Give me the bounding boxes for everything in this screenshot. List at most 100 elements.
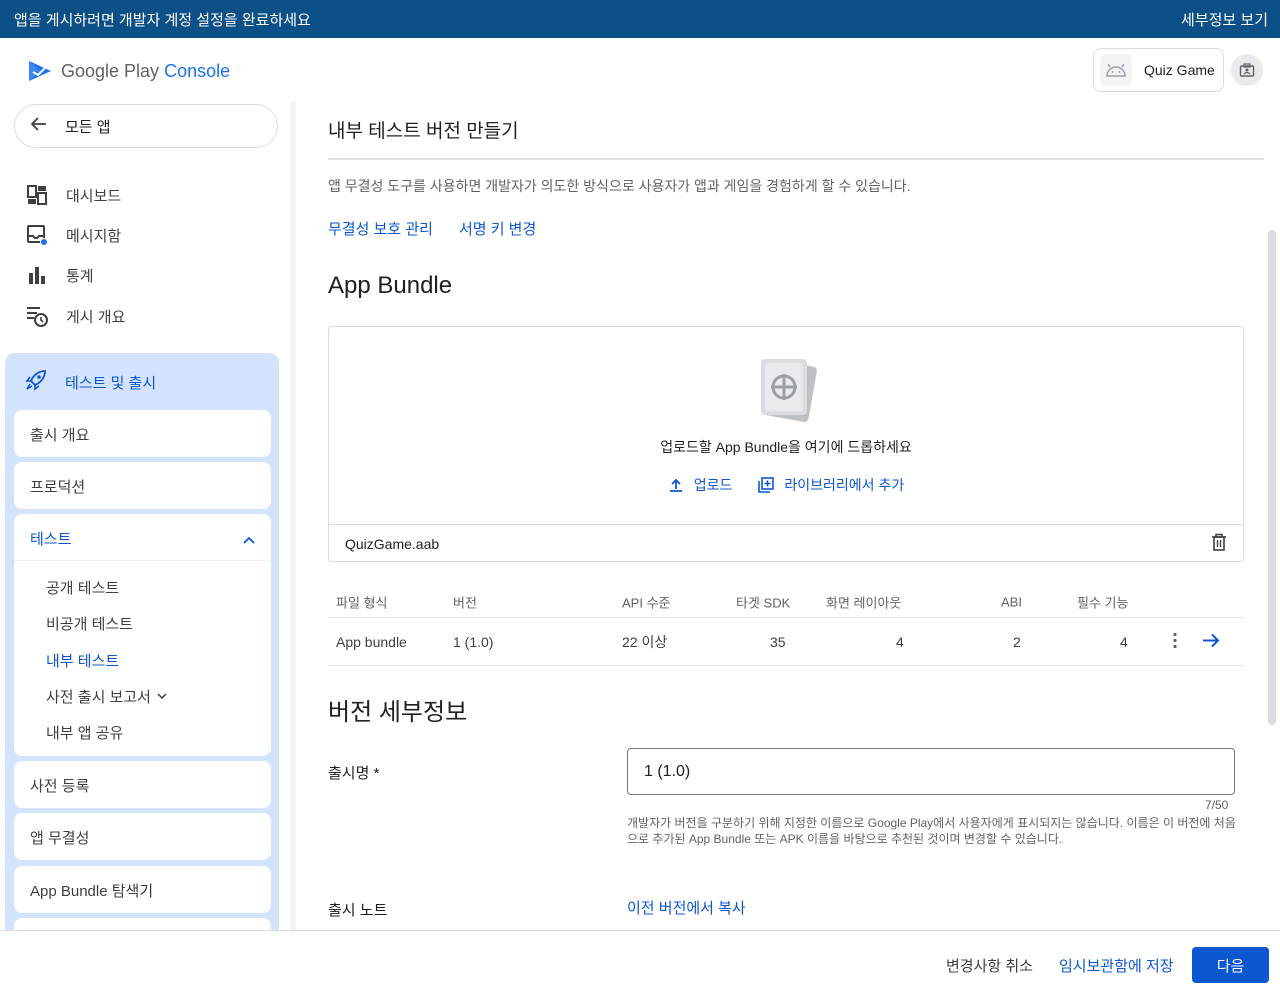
manage-integrity-link[interactable]: 무결성 보호 관리 [328,218,433,239]
card-label: 사전 등록 [30,778,90,795]
chevron-down-icon [157,693,167,700]
col-file-type: 파일 형식 [336,595,388,610]
version-details-heading: 버전 세부정보 [328,699,468,726]
arrow-back-icon [30,117,47,135]
inbox-icon [26,224,48,246]
release-name-value: 1 (1.0) [644,762,691,780]
publishing-overview-icon [26,305,48,327]
app-bundle-icon [761,359,817,422]
main-content: 내부 테스트 버전 만들기 앱 무결성 도구를 사용하면 개발자가 의도한 방식… [296,102,1280,930]
col-required-features: 필수 기능 [1077,595,1129,610]
table-row: App bundle 1 (1.0) 22 이상 35 4 2 4 [328,618,1244,666]
page-title: 내부 테스트 버전 만들기 [328,121,519,142]
release-name-label: 출시명 * [328,765,380,782]
copy-from-previous-link[interactable]: 이전 버전에서 복사 [627,897,746,918]
upload-label: 업로드 [693,477,733,493]
sidebar-item-app-integrity[interactable]: 앱 무결성 [14,813,271,860]
release-name-input[interactable]: 1 (1.0) [627,748,1235,795]
release-name-helper: 개발자가 버전을 구분하기 위해 지정한 이름으로 Google Play에서 … [627,816,1236,846]
card-label: App Bundle 탐색기 [30,883,154,900]
discard-changes-button[interactable]: 변경사항 취소 [946,947,1033,983]
play-console-logo[interactable]: Google Play Console [27,58,230,84]
sidebar-item-testing[interactable]: 테스트 [30,528,71,549]
cell-version: 1 (1.0) [453,633,494,650]
sidebar-item-partial[interactable] [14,918,271,930]
sidebar-item-label: 게시 개요 [66,308,126,326]
sidebar-item-dashboard[interactable]: 대시보드 [26,184,121,206]
sidebar-item-pre-launch-report[interactable]: 사전 출시 보고서 [46,686,167,707]
sidebar-item-open-testing[interactable]: 공개 테스트 [46,577,119,598]
testing-release-group: 테스트 및 출시 출시 개요 프로덕션 테스트 공개 테스트 비공개 테스트 내… [5,353,279,930]
upload-icon [669,478,682,492]
uploaded-file-row: QuizGame.aab [329,524,1243,562]
logo-brand: Google Play [61,60,160,81]
cell-file-type: App bundle [336,633,407,650]
arrow-forward-icon[interactable] [1202,632,1220,651]
main-scrollbar[interactable] [1268,230,1276,725]
logo-product: Console [164,60,231,81]
sidebar-item-internal-testing[interactable]: 내부 테스트 [46,650,119,671]
app-bundle-heading: App Bundle [328,272,453,299]
add-from-library-label: 라이브러리에서 추가 [784,477,905,493]
drop-hint: 업로드할 App Bundle을 여기에 드롭하세요 [660,439,912,455]
bar-chart-icon [26,264,48,286]
cell-target-sdk: 35 [770,633,786,650]
sidebar-item-pre-registration[interactable]: 사전 등록 [14,761,271,808]
col-version: 버전 [453,595,477,610]
sidebar-item-inbox[interactable]: 메시지함 [26,224,121,246]
card-label: 출시 개요 [30,427,90,444]
sidebar-item-test-and-release[interactable]: 테스트 및 출시 [25,369,156,395]
library-add-icon [758,477,775,493]
card-label: 앱 무결성 [30,830,90,847]
view-details-link[interactable]: 세부정보 보기 [1181,9,1268,30]
sidebar-item-production[interactable]: 프로덕션 [14,462,271,509]
sidebar-testing-section: 테스트 공개 테스트 비공개 테스트 내부 테스트 사전 출시 보고서 내부 앱… [14,514,271,756]
save-draft-button[interactable]: 임시보관함에 저장 [1059,947,1174,983]
bundle-details-table: 파일 형식 버전 API 수준 타겟 SDK 화면 레이아웃 ABI 필수 기능… [328,586,1244,666]
sidebar-item-label: 통계 [66,267,94,285]
col-abi: ABI [1001,594,1022,609]
sidebar-item-internal-app-sharing[interactable]: 내부 앱 공유 [46,722,123,743]
group-label: 테스트 및 출시 [65,374,157,392]
col-screen-layout: 화면 레이아웃 [826,595,902,610]
sidebar-item-release-overview[interactable]: 출시 개요 [14,410,271,457]
sidebar-item-bundle-explorer[interactable]: App Bundle 탐색기 [14,866,271,913]
play-console-logo-icon [29,61,51,81]
col-api-level: API 수준 [622,595,671,610]
card-label: 프로덕션 [30,479,86,496]
sidebar-item-closed-testing[interactable]: 비공개 테스트 [46,613,133,634]
release-notes-label: 출시 노트 [328,902,388,919]
android-icon [1100,54,1132,86]
sidebar-item-publishing-overview[interactable]: 게시 개요 [26,305,125,327]
sidebar-item-label: 메시지함 [66,227,122,245]
chevron-up-icon[interactable] [243,531,255,548]
rocket-icon [25,369,47,395]
more-vert-icon[interactable] [1173,632,1177,651]
developer-account-icon[interactable] [1231,54,1263,86]
integrity-description: 앱 무결성 도구를 사용하면 개발자가 의도한 방식으로 사용자가 앱과 게임을… [328,178,911,194]
delete-icon[interactable] [1211,533,1227,554]
pre-launch-report-label: 사전 출시 보고서 [46,689,151,706]
uploaded-file-name: QuizGame.aab [345,535,440,552]
add-from-library-button[interactable]: 라이브러리에서 추가 [758,475,904,495]
sidebar-item-statistics[interactable]: 통계 [26,264,94,286]
change-signing-key-link[interactable]: 서명 키 변경 [459,218,536,239]
all-apps-label: 모든 앱 [65,118,111,136]
all-apps-button[interactable]: 모든 앱 [14,104,278,148]
title-divider [328,158,1264,160]
dashboard-icon [26,184,48,206]
cell-screen-layout: 4 [896,633,904,650]
cell-api-level: 22 이상 [622,633,668,650]
next-button[interactable]: 다음 [1192,947,1269,983]
banner-message: 앱을 게시하려면 개발자 계정 설정을 완료하세요 [14,11,311,29]
sidebar-item-label: 대시보드 [66,187,122,205]
app-selector[interactable]: Quiz Game [1093,48,1224,92]
bundle-drop-zone[interactable]: 업로드할 App Bundle을 여기에 드롭하세요 업로드 라이브러리에서 추… [328,326,1244,562]
cell-abi: 2 [1013,633,1021,650]
app-header: Google Play Console Quiz Game [0,38,1280,102]
sidebar: 모든 앱 대시보드 메시지함 통계 게시 개요 테스트 및 출시 출시 개요 프… [0,102,290,930]
app-name: Quiz Game [1144,62,1215,78]
cell-required-features: 4 [1120,633,1128,650]
upload-button[interactable]: 업로드 [668,475,733,495]
action-footer: 변경사항 취소 임시보관함에 저장 다음 [0,930,1280,993]
